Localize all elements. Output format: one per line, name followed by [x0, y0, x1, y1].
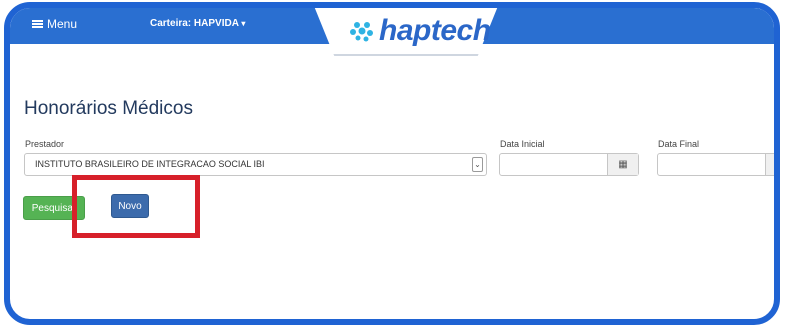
logo-mark-icon: [350, 22, 373, 42]
data-final-label: Data Final: [658, 139, 700, 149]
hamburger-icon: [32, 20, 43, 28]
data-final-field[interactable]: ▦: [657, 153, 774, 176]
menu-label: Menu: [47, 17, 78, 31]
pesquisar-button[interactable]: Pesquisar: [23, 196, 85, 220]
prestador-value: INSTITUTO BRASILEIRO DE INTEGRACAO SOCIA…: [35, 159, 265, 169]
calendar-icon[interactable]: ▦: [607, 154, 638, 175]
prestador-label: Prestador: [25, 139, 65, 149]
novo-button[interactable]: Novo: [111, 194, 149, 218]
data-inicial-label: Data Inicial: [500, 139, 545, 149]
prestador-select[interactable]: INSTITUTO BRASILEIRO DE INTEGRACAO SOCIA…: [24, 153, 487, 176]
logo-text: haptech: [379, 14, 491, 47]
haptech-logo: haptech: [349, 14, 491, 48]
page-title: Honorários Médicos: [24, 98, 193, 119]
chevron-down-icon: ⌄: [472, 157, 483, 172]
calendar-icon[interactable]: ▦: [765, 154, 774, 175]
app-window: Menu Carteira: HAPVIDA ▾ haptech Honorár…: [4, 2, 780, 325]
carteira-label: Carteira: HAPVIDA: [150, 18, 239, 29]
menu-button[interactable]: Menu: [32, 17, 77, 31]
caret-down-icon: ▾: [241, 19, 246, 28]
carteira-dropdown[interactable]: Carteira: HAPVIDA ▾: [150, 18, 245, 29]
data-inicial-field[interactable]: ▦: [499, 153, 639, 176]
